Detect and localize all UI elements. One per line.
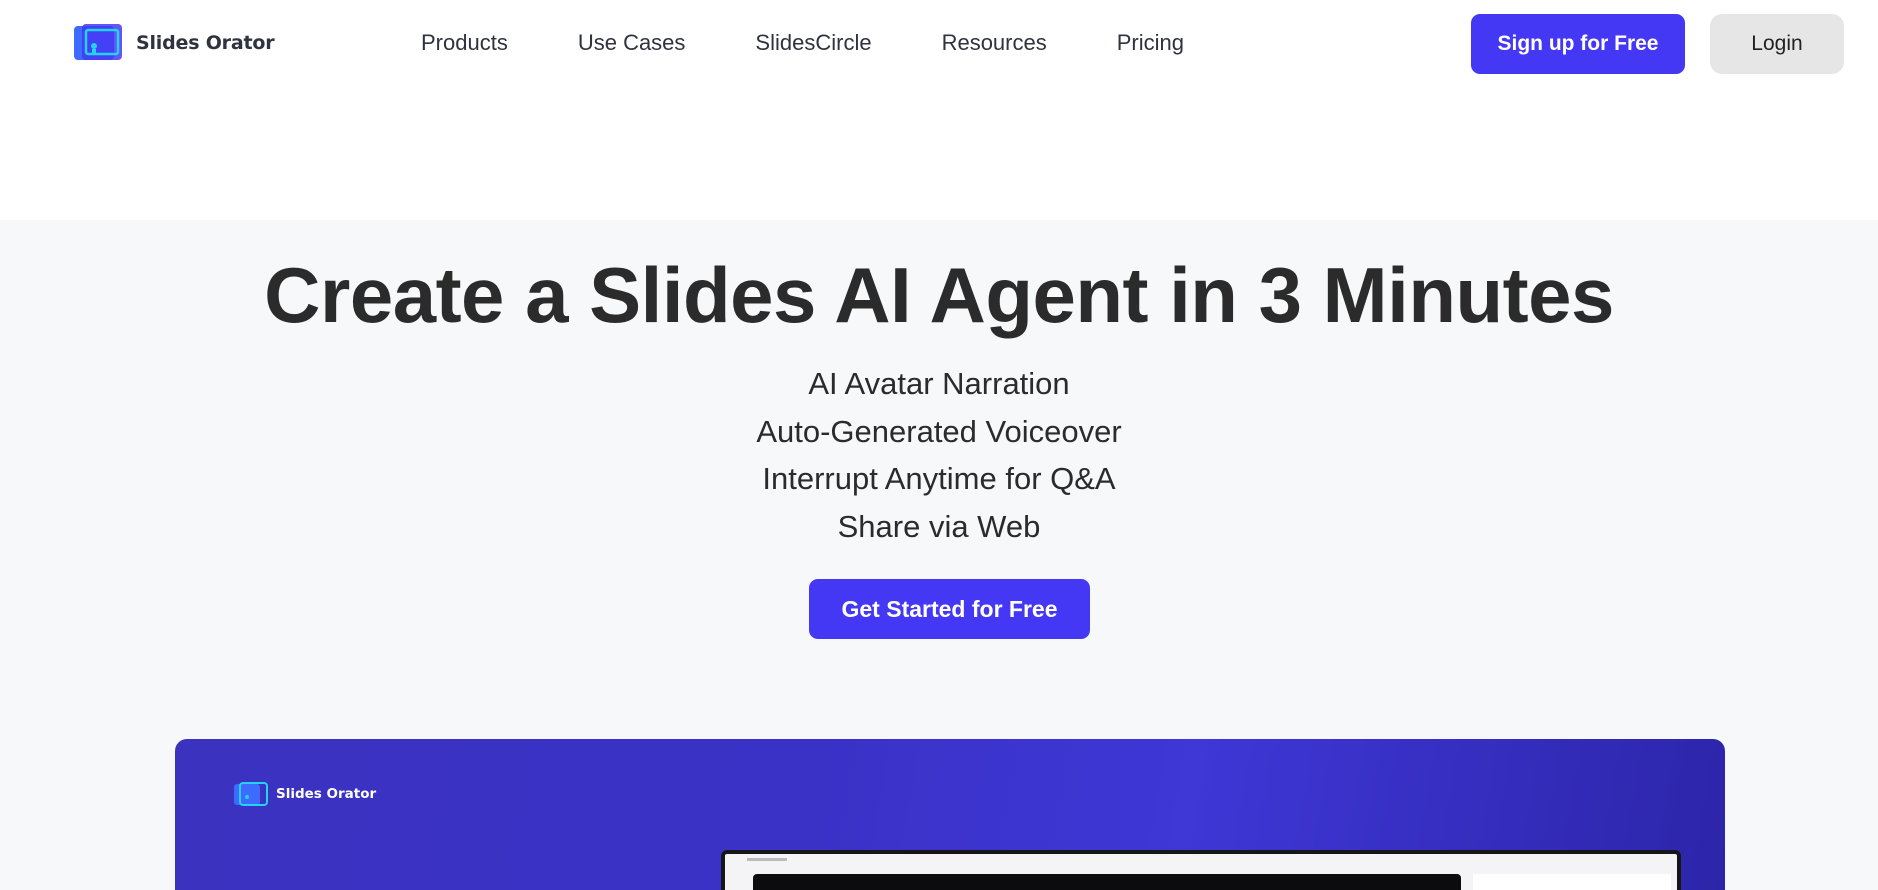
hero-title: Create a Slides AI Agent in 3 Minutes bbox=[264, 251, 1614, 339]
preview-logo: Slides Orator bbox=[233, 781, 376, 807]
nav-slidescircle[interactable]: SlidesCircle bbox=[755, 30, 871, 56]
signup-button[interactable]: Sign up for Free bbox=[1471, 14, 1685, 74]
page: Slides Orator Products Use Cases SlidesC… bbox=[0, 0, 1878, 890]
preview-screen-tab bbox=[747, 858, 787, 861]
feature-item: Interrupt Anytime for Q&A bbox=[762, 461, 1116, 496]
feature-list: AI Avatar Narration Auto-Generated Voice… bbox=[0, 360, 1878, 550]
feature-item: AI Avatar Narration bbox=[808, 366, 1070, 401]
feature-item: Share via Web bbox=[837, 508, 1041, 544]
brand-name: Slides Orator bbox=[136, 32, 275, 54]
slides-orator-logo-icon bbox=[74, 24, 122, 60]
product-preview: Slides Orator bbox=[175, 739, 1725, 890]
site-header: Slides Orator Products Use Cases SlidesC… bbox=[0, 0, 1878, 88]
preview-video-area bbox=[753, 874, 1461, 890]
nav-use-cases[interactable]: Use Cases bbox=[578, 30, 686, 56]
preview-side-panel bbox=[1473, 874, 1671, 890]
feature-item: Auto-Generated Voiceover bbox=[756, 413, 1122, 449]
preview-laptop-screen bbox=[721, 850, 1681, 890]
preview-brand-name: Slides Orator bbox=[276, 786, 377, 802]
nav-products[interactable]: Products bbox=[421, 30, 508, 56]
brand-logo[interactable]: Slides Orator bbox=[72, 22, 275, 64]
slides-orator-logo-icon bbox=[234, 782, 268, 806]
get-started-button[interactable]: Get Started for Free bbox=[809, 579, 1090, 639]
login-button[interactable]: Login bbox=[1710, 14, 1844, 74]
main-nav: Products Use Cases SlidesCircle Resource… bbox=[421, 30, 1254, 56]
nav-pricing[interactable]: Pricing bbox=[1117, 30, 1184, 56]
nav-resources[interactable]: Resources bbox=[942, 30, 1047, 56]
